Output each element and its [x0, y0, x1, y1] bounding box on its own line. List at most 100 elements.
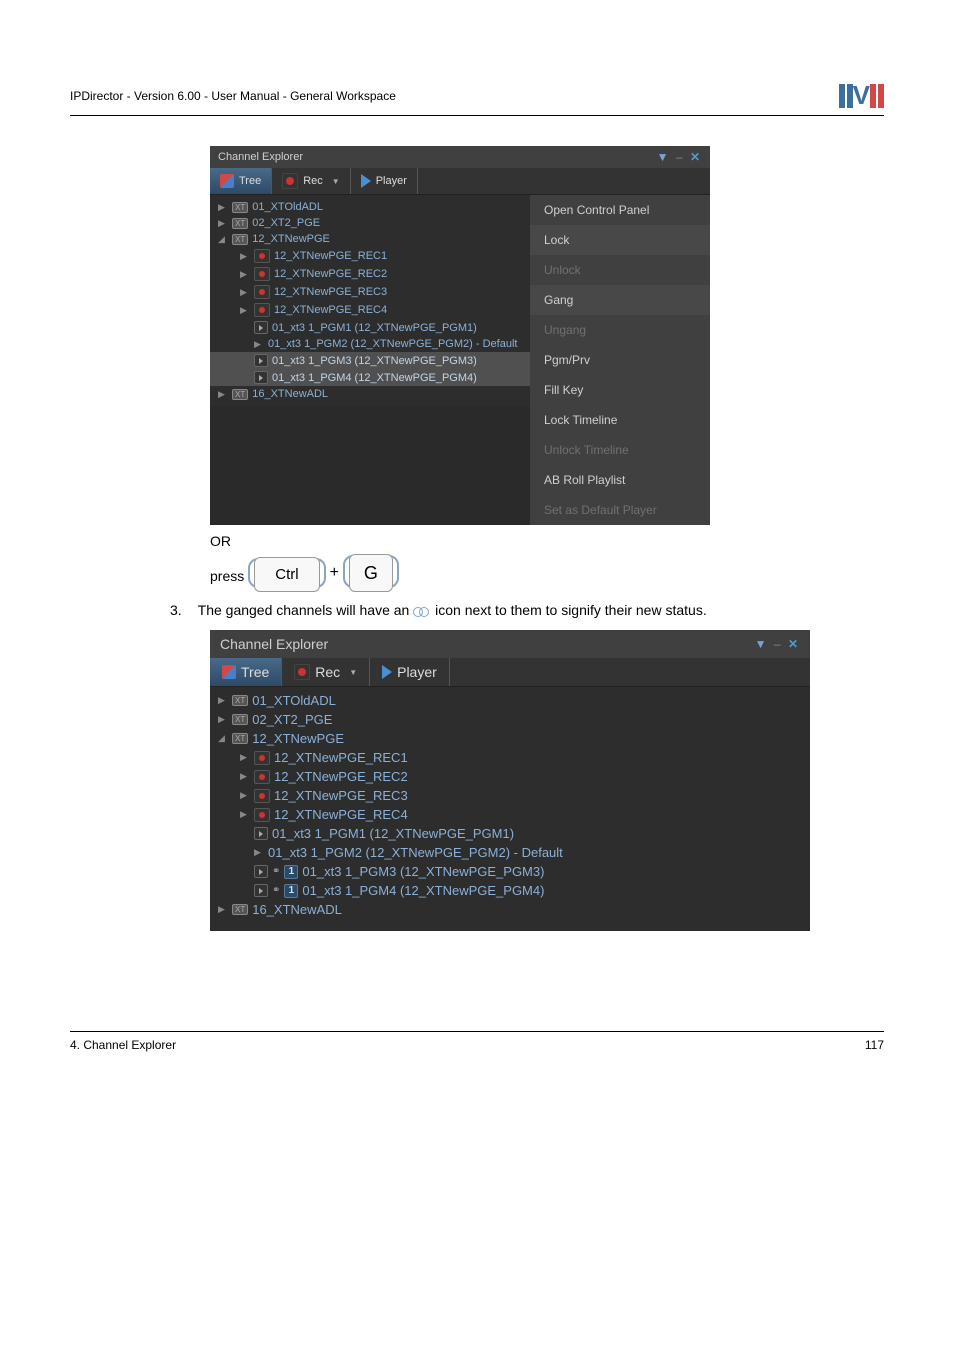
player-tab[interactable]: Player	[370, 658, 450, 686]
rec-channel-icon	[254, 751, 270, 765]
panel-toolbar: Tree Rec▼ Player	[210, 658, 810, 687]
pin-icon[interactable]: ▼	[657, 150, 671, 164]
gang-icon: ⚭	[272, 866, 280, 877]
tree-node-pgm[interactable]: 01_xt3 1_PGM1 (12_XTNewPGE_PGM1)	[210, 319, 530, 336]
panel-titlebar[interactable]: Channel Explorer ▼ – ✕	[210, 146, 710, 168]
tree-label: 01_xt3 1_PGM4 (12_XTNewPGE_PGM4)	[272, 372, 477, 384]
close-icon[interactable]: ✕	[788, 637, 800, 651]
rec-tab[interactable]: Rec▼	[282, 658, 370, 686]
gang-icon: ⚭	[272, 885, 280, 896]
xt-icon: XT	[232, 389, 248, 400]
tree-node-server[interactable]: ▶XT16_XTNewADL	[210, 386, 530, 402]
step-number: 3.	[170, 602, 194, 618]
evs-logo: V	[839, 80, 884, 111]
ctx-ab-roll-playlist[interactable]: AB Roll Playlist	[530, 465, 710, 495]
rec-channel-icon	[254, 249, 270, 263]
tree-node-rec[interactable]: ▶12_XTNewPGE_REC3	[210, 283, 530, 301]
player-tab[interactable]: Player	[351, 168, 418, 194]
channel-explorer-panel-2: Channel Explorer ▼ – ✕ Tree Rec▼ Player …	[210, 630, 810, 931]
ctx-fill-key[interactable]: Fill Key	[530, 375, 710, 405]
channel-tree: ▶XT01_XTOldADL ▶XT02_XT2_PGE ◢XT12_XTNew…	[210, 687, 810, 931]
ctx-ungang: Ungang	[530, 315, 710, 345]
gang-group-icon: 1	[284, 865, 298, 879]
g-key: G	[343, 555, 399, 588]
tree-node-pgm-default[interactable]: ▶01_xt3 1_PGM2 (12_XTNewPGE_PGM2) - Defa…	[210, 336, 530, 352]
rec-tab[interactable]: Rec▼	[272, 168, 350, 194]
channel-explorer-panel-1: Channel Explorer ▼ – ✕ Tree Rec▼ Player …	[210, 146, 710, 525]
play-channel-icon	[254, 884, 268, 897]
tree-label: 12_XTNewPGE_REC3	[274, 286, 387, 298]
ctx-pgm-prv[interactable]: Pgm/Prv	[530, 345, 710, 375]
rec-channel-icon	[254, 267, 270, 281]
tree-node-pgm-selected[interactable]: 01_xt3 1_PGM4 (12_XTNewPGE_PGM4)	[210, 369, 530, 386]
tree-node-rec[interactable]: ▶12_XTNewPGE_REC4	[210, 805, 810, 824]
tree-node-server-expanded[interactable]: ◢XT12_XTNewPGE	[210, 729, 810, 748]
footer-chapter: 4. Channel Explorer	[70, 1038, 176, 1052]
ctx-unlock-timeline: Unlock Timeline	[530, 435, 710, 465]
tree-node-pgm-ganged[interactable]: ⚭101_xt3 1_PGM3 (12_XTNewPGE_PGM3)	[210, 862, 810, 881]
press-label: press	[210, 568, 244, 584]
pin-icon[interactable]: ▼	[755, 637, 769, 651]
play-channel-icon	[254, 371, 268, 384]
tree-node-rec[interactable]: ▶12_XTNewPGE_REC4	[210, 301, 530, 319]
play-channel-icon	[254, 321, 268, 334]
xt-icon: XT	[232, 234, 248, 245]
tree-node-rec[interactable]: ▶12_XTNewPGE_REC1	[210, 247, 530, 265]
rec-channel-icon	[254, 285, 270, 299]
tree-label: 01_xt3 1_PGM4 (12_XTNewPGE_PGM4)	[302, 883, 544, 898]
play-channel-icon	[254, 354, 268, 367]
tree-node-pgm-default[interactable]: ▶01_xt3 1_PGM2 (12_XTNewPGE_PGM2) - Defa…	[210, 843, 810, 862]
tree-label: 01_xt3 1_PGM1 (12_XTNewPGE_PGM1)	[272, 322, 477, 334]
rec-icon	[294, 664, 310, 680]
tree-label: 12_XTNewPGE_REC4	[274, 304, 387, 316]
tree-label: 02_XT2_PGE	[252, 217, 320, 229]
minimize-icon[interactable]: –	[774, 637, 783, 651]
minimize-icon[interactable]: –	[676, 150, 685, 164]
close-icon[interactable]: ✕	[690, 150, 702, 164]
tree-label: 12_XTNewPGE_REC1	[274, 250, 387, 262]
xt-icon: XT	[232, 218, 248, 229]
tree-label: 01_XTOldADL	[252, 201, 323, 213]
tree-node-pgm[interactable]: 01_xt3 1_PGM1 (12_XTNewPGE_PGM1)	[210, 824, 810, 843]
xt-icon: XT	[232, 202, 248, 213]
rec-channel-icon	[254, 770, 270, 784]
tree-label: 12_XTNewPGE_REC4	[274, 807, 408, 822]
tree-node-server[interactable]: ▶XT01_XTOldADL	[210, 199, 530, 215]
tree-label: 12_XTNewPGE_REC2	[274, 268, 387, 280]
tree-tab[interactable]: Tree	[210, 168, 272, 194]
header-title: IPDirector - Version 6.00 - User Manual …	[70, 89, 396, 103]
tree-node-pgm-ganged[interactable]: ⚭101_xt3 1_PGM4 (12_XTNewPGE_PGM4)	[210, 881, 810, 900]
page-footer: 4. Channel Explorer 117	[70, 1031, 884, 1052]
tree-node-server[interactable]: ▶XT02_XT2_PGE	[210, 710, 810, 729]
tree-node-server-expanded[interactable]: ◢XT12_XTNewPGE	[210, 231, 530, 247]
tree-node-pgm-selected[interactable]: 01_xt3 1_PGM3 (12_XTNewPGE_PGM3)	[210, 352, 530, 369]
panel-titlebar[interactable]: Channel Explorer ▼ – ✕	[210, 630, 810, 658]
tree-node-server[interactable]: ▶XT16_XTNewADL	[210, 900, 810, 919]
or-label: OR	[210, 533, 884, 549]
play-channel-icon	[254, 827, 268, 840]
tree-label: 01_XTOldADL	[252, 693, 336, 708]
tree-node-server[interactable]: ▶XT01_XTOldADL	[210, 691, 810, 710]
tree-node-rec[interactable]: ▶12_XTNewPGE_REC1	[210, 748, 810, 767]
xt-icon: XT	[232, 904, 248, 915]
player-tab-label: Player	[376, 175, 407, 187]
xt-icon: XT	[232, 733, 248, 744]
keyboard-shortcut: press Ctrl + G	[210, 555, 884, 588]
step-text-post: icon next to them to signify their new s…	[435, 602, 707, 618]
footer-page-number: 117	[865, 1038, 884, 1052]
chevron-down-icon: ▼	[332, 177, 340, 186]
ctx-lock-timeline[interactable]: Lock Timeline	[530, 405, 710, 435]
tree-label: 01_xt3 1_PGM1 (12_XTNewPGE_PGM1)	[272, 826, 514, 841]
tree-tab[interactable]: Tree	[210, 658, 282, 686]
ctx-gang[interactable]: Gang	[530, 285, 710, 315]
tree-label: 16_XTNewADL	[252, 902, 342, 917]
gang-icon	[413, 605, 431, 617]
tree-node-rec[interactable]: ▶12_XTNewPGE_REC2	[210, 767, 810, 786]
tree-node-rec[interactable]: ▶12_XTNewPGE_REC3	[210, 786, 810, 805]
tree-label: 12_XTNewPGE_REC2	[274, 769, 408, 784]
ctx-open-control-panel[interactable]: Open Control Panel	[530, 195, 710, 225]
player-tab-label: Player	[397, 664, 437, 680]
ctx-lock[interactable]: Lock	[530, 225, 710, 255]
tree-node-server[interactable]: ▶XT02_XT2_PGE	[210, 215, 530, 231]
tree-node-rec[interactable]: ▶12_XTNewPGE_REC2	[210, 265, 530, 283]
